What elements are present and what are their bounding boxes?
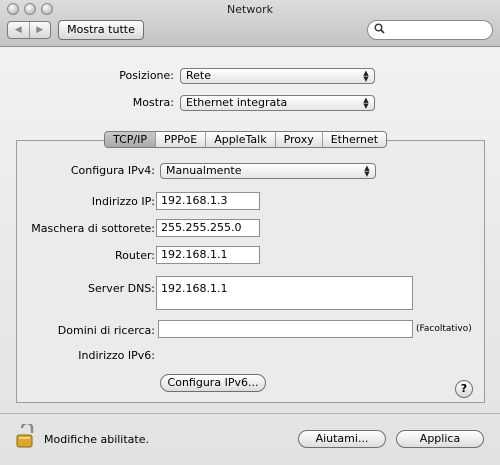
ipv6-address-label: Indirizzo IPv6: — [78, 349, 155, 362]
ip-address-field[interactable]: 192.168.1.3 — [156, 192, 260, 210]
popup-arrows-icon: ▲ ▼ — [363, 69, 369, 83]
configure-ipv4-label: Configura IPv4: — [70, 164, 155, 177]
navigation-buttons: ◀ ▶ — [7, 21, 51, 39]
popup-arrows-icon: ▲ ▼ — [363, 96, 369, 110]
ip-address-label: Indirizzo IP: — [91, 195, 155, 208]
router-label: Router: — [115, 249, 155, 262]
configure-ipv4-popup[interactable]: Manualmente ▲ ▼ — [160, 163, 376, 179]
assist-me-button[interactable]: Aiutami... — [298, 430, 386, 448]
show-label: Mostra: — [132, 96, 174, 109]
location-popup[interactable]: Rete ▲ ▼ — [180, 68, 375, 84]
dns-server-field[interactable]: 192.168.1.1 — [156, 276, 413, 310]
location-value: Rete — [186, 69, 211, 82]
dns-server-label: Server DNS: — [88, 282, 155, 295]
configure-ipv6-button[interactable]: Configura IPv6... — [160, 374, 266, 392]
tab-ethernet[interactable]: Ethernet — [321, 132, 386, 147]
apply-button[interactable]: Applica — [396, 430, 484, 448]
search-input[interactable] — [367, 20, 493, 40]
tab-tcpip[interactable]: TCP/IP — [105, 132, 155, 147]
subnet-mask-field[interactable]: 255.255.255.0 — [156, 219, 260, 237]
subnet-mask-label: Maschera di sottorete: — [31, 222, 155, 235]
show-popup[interactable]: Ethernet integrata ▲ ▼ — [180, 95, 375, 111]
tcpip-panel — [16, 140, 485, 403]
forward-arrow-icon[interactable]: ▶ — [30, 22, 51, 38]
footer-divider — [0, 413, 500, 414]
search-domains-field[interactable] — [158, 320, 413, 338]
configure-ipv4-value: Manualmente — [166, 164, 242, 177]
location-label: Posizione: — [119, 69, 174, 82]
lock-icon[interactable] — [16, 424, 42, 450]
window-title: Network — [227, 3, 273, 16]
title-toolbar: Network ◀ ▶ Mostra tutte — [0, 0, 500, 47]
optional-hint: (Facoltativo) — [416, 324, 472, 334]
tab-proxy[interactable]: Proxy — [274, 132, 322, 147]
tab-appletalk[interactable]: AppleTalk — [205, 132, 274, 147]
settings-tabs: TCP/IP PPPoE AppleTalk Proxy Ethernet — [104, 131, 388, 148]
back-arrow-icon[interactable]: ◀ — [8, 22, 30, 38]
lock-status-text: Modifiche abilitate. — [44, 433, 149, 446]
help-button[interactable]: ? — [455, 380, 473, 398]
search-icon — [374, 23, 385, 34]
search-domains-label: Domini di ricerca: — [57, 324, 155, 337]
show-all-button[interactable]: Mostra tutte — [58, 20, 144, 40]
router-field[interactable]: 192.168.1.1 — [156, 246, 260, 264]
popup-arrows-icon: ▲ ▼ — [364, 164, 370, 178]
tab-pppoe[interactable]: PPPoE — [154, 132, 205, 147]
show-value: Ethernet integrata — [186, 96, 288, 109]
network-preferences-window: Network ◀ ▶ Mostra tutte Posizione: Rete… — [0, 0, 500, 465]
